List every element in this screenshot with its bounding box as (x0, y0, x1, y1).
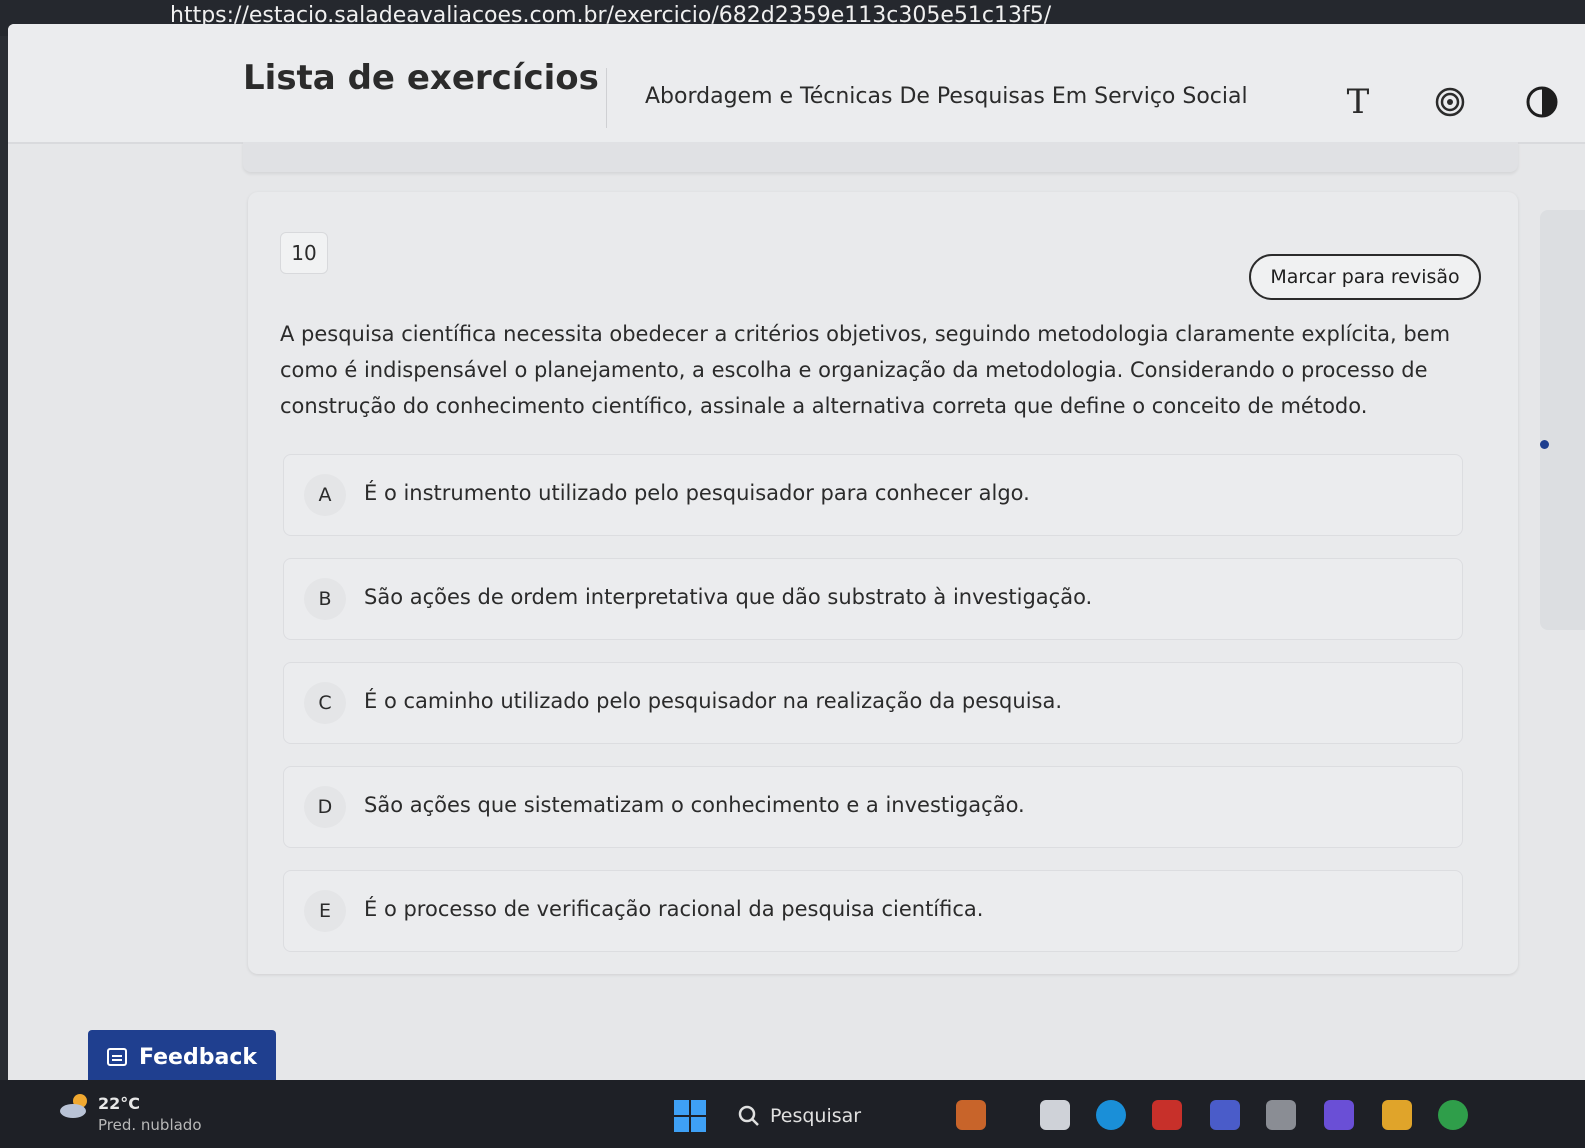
option-a[interactable]: A É o instrumento utilizado pelo pesquis… (283, 454, 1463, 536)
store-icon[interactable] (1266, 1100, 1296, 1130)
search-icon (738, 1105, 759, 1126)
question-card: 10 Marcar para revisão A pesquisa cientí… (248, 192, 1518, 974)
option-text: É o caminho utilizado pelo pesquisador n… (364, 689, 1063, 713)
question-number: 10 (280, 232, 328, 274)
target-icon (1435, 87, 1465, 117)
weather-description[interactable]: Pred. nublado (98, 1116, 202, 1134)
taskbar: 22°C Pred. nublado Pesquisar (0, 1080, 1585, 1148)
antivirus-icon[interactable] (1152, 1100, 1182, 1130)
page-header: Lista de exercícios Abordagem e Técnicas… (8, 24, 1585, 144)
option-text: São ações de ordem interpretativa que dã… (364, 585, 1093, 609)
option-letter: E (304, 890, 346, 932)
option-letter: B (304, 578, 346, 620)
cloud-icon[interactable] (58, 1092, 92, 1120)
teams-icon[interactable] (1210, 1100, 1240, 1130)
option-text: É o processo de verificação racional da … (364, 897, 984, 921)
subject-title: Abordagem e Técnicas De Pesquisas Em Ser… (645, 84, 1248, 109)
taskbar-search[interactable]: Pesquisar (728, 1096, 938, 1136)
option-d[interactable]: D São ações que sistematizam o conhecime… (283, 766, 1463, 848)
feedback-button[interactable]: Feedback (88, 1030, 276, 1084)
header-shadow-bar (243, 142, 1518, 172)
chat-icon (107, 1048, 127, 1066)
font-size-icon: T (1346, 82, 1370, 122)
option-letter: A (304, 474, 346, 516)
contrast-icon (1526, 86, 1558, 118)
windows-start-icon[interactable] (674, 1100, 706, 1132)
indicator-dot (1540, 440, 1549, 449)
exercise-page: Lista de exercícios Abordagem e Técnicas… (8, 24, 1585, 1084)
xbox-icon[interactable] (1438, 1100, 1468, 1130)
folder-icon[interactable] (1382, 1100, 1412, 1130)
focus-mode-button[interactable] (1430, 82, 1470, 122)
weather-temperature[interactable]: 22°C (98, 1094, 140, 1113)
option-c[interactable]: C É o caminho utilizado pelo pesquisador… (283, 662, 1463, 744)
page-title: Lista de exercícios (243, 58, 599, 98)
option-e[interactable]: E É o processo de verificação racional d… (283, 870, 1463, 952)
widget-app-icon[interactable] (956, 1100, 986, 1130)
feedback-label: Feedback (139, 1044, 257, 1070)
option-text: São ações que sistematizam o conheciment… (364, 793, 1025, 817)
option-b[interactable]: B São ações de ordem interpretativa que … (283, 558, 1463, 640)
edge-browser-icon[interactable] (1096, 1100, 1126, 1130)
mark-review-button[interactable]: Marcar para revisão (1249, 254, 1481, 300)
copilot-icon[interactable] (1324, 1100, 1354, 1130)
side-panel-edge[interactable] (1540, 210, 1585, 630)
font-size-button[interactable]: T (1338, 82, 1378, 122)
header-divider (606, 68, 607, 128)
option-letter: C (304, 682, 346, 724)
contrast-button[interactable] (1522, 82, 1562, 122)
search-label: Pesquisar (770, 1105, 862, 1127)
file-explorer-icon[interactable] (1040, 1100, 1070, 1130)
option-letter: D (304, 786, 346, 828)
option-text: É o instrumento utilizado pelo pesquisad… (364, 481, 1030, 505)
question-text: A pesquisa científica necessita obedecer… (280, 322, 1451, 418)
